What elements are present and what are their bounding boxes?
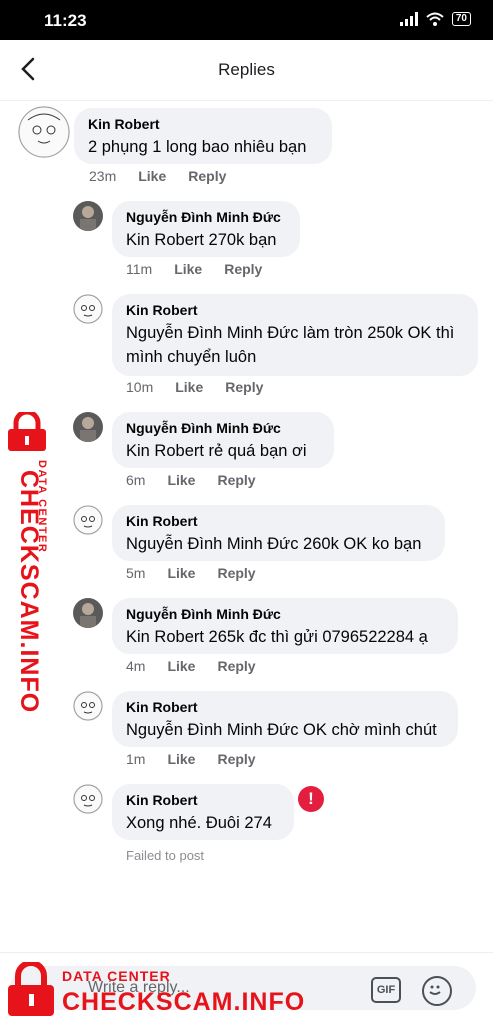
status-icons: 70 — [399, 12, 471, 26]
comment-time: 11m — [126, 261, 153, 277]
like-button[interactable]: Like — [138, 168, 166, 184]
comment-text: Kin Robert 270k bạn — [126, 231, 277, 249]
comment-bubble[interactable]: Kin Robert Nguyễn Đình Minh Đức 260k OK … — [112, 505, 445, 561]
status-bar: 11:23 70 — [0, 0, 493, 40]
avatar[interactable] — [73, 784, 103, 814]
like-button[interactable]: Like — [167, 751, 195, 767]
comment-text: Nguyễn Đình Minh Đức làm tròn 250k OK th… — [126, 324, 455, 366]
comment-bubble[interactable]: Kin Robert Xong nhé. Đuôi 274 — [112, 784, 294, 840]
comment-bubble[interactable]: Nguyễn Đình Minh Đức Kin Robert 265k đc … — [112, 598, 458, 654]
comment-author[interactable]: Nguyễn Đình Minh Đức — [126, 606, 446, 622]
signal-icon — [399, 12, 418, 26]
comment-text: 2 phụng 1 long bao nhiêu bạn — [88, 138, 307, 156]
avatar[interactable] — [73, 598, 103, 628]
comment-time: 23m — [89, 168, 117, 184]
like-button[interactable]: Like — [167, 658, 195, 674]
gif-icon[interactable]: GIF — [371, 977, 401, 1003]
reply-button[interactable]: Reply — [188, 168, 226, 184]
reply-button[interactable]: Reply — [217, 565, 255, 581]
comment-author[interactable]: Kin Robert — [126, 792, 282, 808]
comment-author[interactable]: Kin Robert — [126, 302, 466, 318]
comment-meta: 5m Like Reply — [126, 565, 256, 581]
replies-header: Replies — [0, 40, 493, 101]
comment-author[interactable]: Kin Robert — [126, 699, 446, 715]
comment-text: Nguyễn Đình Minh Đức 260k OK ko bạn — [126, 535, 422, 553]
battery-icon: 70 — [451, 12, 471, 26]
comment-meta: 1m Like Reply — [126, 751, 256, 767]
comment-author[interactable]: Nguyễn Đình Minh Đức — [126, 209, 288, 225]
comment-text: Nguyễn Đình Minh Đức OK chờ mình chút — [126, 721, 437, 739]
reply-button[interactable]: Reply — [225, 379, 263, 395]
lock-icon — [8, 412, 46, 451]
comment-author[interactable]: Nguyễn Đình Minh Đức — [126, 420, 322, 436]
watermark-main: CHECKSCAM.INFO — [62, 988, 306, 1016]
avatar[interactable] — [73, 201, 103, 231]
comment-bubble[interactable]: Nguyễn Đình Minh Đức Kin Robert 270k bạn — [112, 201, 300, 257]
reply-button[interactable]: Reply — [217, 751, 255, 767]
comment-author[interactable]: Kin Robert — [88, 116, 320, 132]
reply-button[interactable]: Reply — [217, 472, 255, 488]
comment-bubble[interactable]: Nguyễn Đình Minh Đức Kin Robert rẻ quá b… — [112, 412, 334, 468]
watermark-sub: DATA CENTER — [62, 968, 171, 984]
comment-text: Kin Robert 265k đc thì gửi 0796522284 ạ — [126, 628, 428, 646]
avatar[interactable] — [73, 505, 103, 535]
avatar[interactable] — [73, 412, 103, 442]
comment-time: 5m — [126, 565, 146, 581]
comment-text: Xong nhé. Đuôi 274 — [126, 814, 272, 832]
reply-button[interactable]: Reply — [224, 261, 262, 277]
watermark-sub: DATA CENTER — [36, 460, 48, 554]
comment-text: Kin Robert rẻ quá bạn ơi — [126, 442, 307, 460]
comment-bubble[interactable]: Kin Robert 2 phụng 1 long bao nhiêu bạn — [74, 108, 332, 164]
comment-meta: 6m Like Reply — [126, 472, 256, 488]
avatar[interactable] — [18, 106, 70, 158]
comment-author[interactable]: Kin Robert — [126, 513, 433, 529]
failed-status[interactable]: Failed to post — [126, 848, 204, 863]
reply-button[interactable]: Reply — [217, 658, 255, 674]
like-button[interactable]: Like — [167, 472, 195, 488]
wifi-icon — [426, 12, 444, 26]
avatar[interactable] — [73, 691, 103, 721]
status-time: 11:23 — [44, 11, 87, 30]
comment-meta: 11m Like Reply — [126, 261, 262, 277]
lock-icon — [8, 962, 54, 1016]
comment-time: 1m — [126, 751, 146, 767]
emoji-icon[interactable] — [422, 976, 452, 1006]
avatar[interactable] — [73, 294, 103, 324]
like-button[interactable]: Like — [174, 261, 202, 277]
error-icon[interactable]: ! — [298, 786, 324, 812]
comment-time: 10m — [126, 379, 154, 395]
comment-meta: 23m Like Reply — [89, 168, 226, 184]
page-title: Replies — [218, 60, 275, 79]
comment-bubble[interactable]: Kin Robert Nguyễn Đình Minh Đức OK chờ m… — [112, 691, 458, 747]
comment-meta: 10m Like Reply — [126, 379, 263, 395]
like-button[interactable]: Like — [167, 565, 195, 581]
comment-meta: 4m Like Reply — [126, 658, 256, 674]
comment-time: 4m — [126, 658, 146, 674]
comment-time: 6m — [126, 472, 146, 488]
like-button[interactable]: Like — [175, 379, 203, 395]
comment-bubble[interactable]: Kin Robert Nguyễn Đình Minh Đức làm tròn… — [112, 294, 478, 376]
